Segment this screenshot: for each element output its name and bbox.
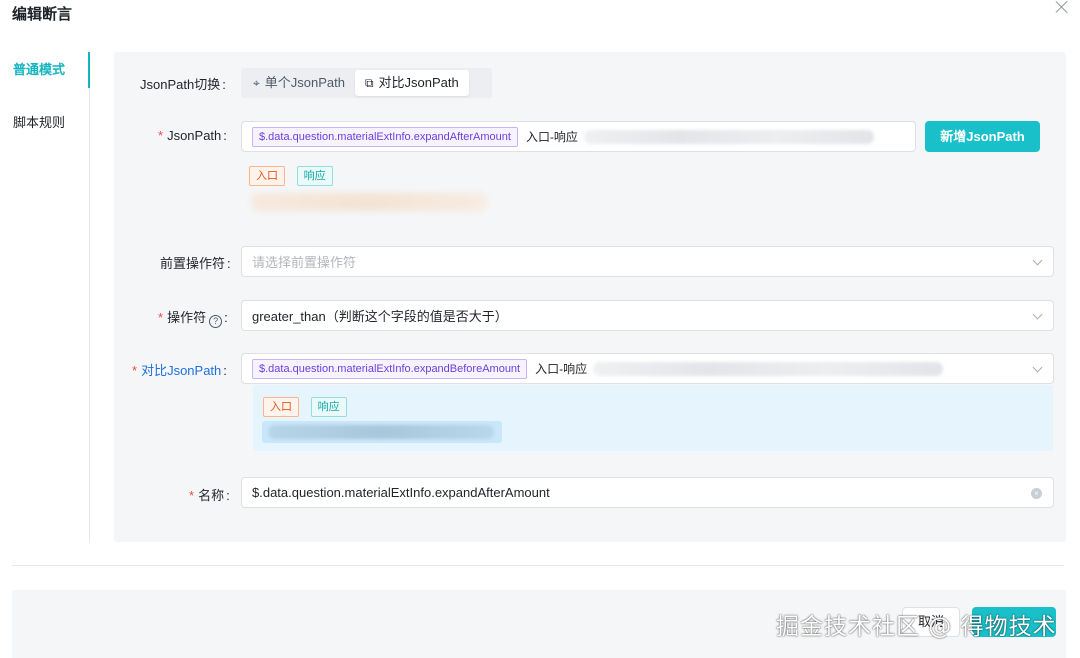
jsonpath-badges: 入口 响应 (249, 166, 341, 186)
name-label: * 名称: (189, 488, 230, 503)
jsonpath-switch: ⌖ 单个JsonPath ⧉ 对比JsonPath (241, 68, 492, 98)
clear-icon[interactable]: × (1031, 488, 1042, 499)
chevron-down-icon (1032, 255, 1043, 266)
badge-entry: 入口 (249, 166, 285, 186)
help-icon[interactable]: ? (209, 315, 223, 328)
badge-response: 响应 (296, 166, 333, 186)
jsonpath-label: * JsonPath: (158, 128, 227, 143)
pre-operator-label: 前置操作符: (160, 256, 231, 271)
compare-jsonpath-label: * 对比JsonPath: (132, 363, 227, 378)
compare-jsonpath-badges: 入口 响应 (263, 397, 355, 417)
divider (12, 565, 1064, 566)
segment-compare-jsonpath[interactable]: ⧉ 对比JsonPath (354, 70, 469, 96)
chevron-down-icon (1032, 362, 1043, 373)
chevron-down-icon (1032, 309, 1043, 320)
segment-single-jsonpath[interactable]: ⌖ 单个JsonPath (243, 70, 355, 96)
compare-jsonpath-tag[interactable]: $.data.question.materialExtInfo.expandBe… (252, 358, 528, 379)
compare-jsonpath-select[interactable]: $.data.question.materialExtInfo.expandBe… (241, 353, 1054, 384)
crosshair-icon: ⌖ (253, 76, 260, 90)
operator-label: * 操作符?: (158, 310, 228, 328)
blurred-content (593, 361, 944, 376)
pre-operator-select[interactable]: 请选择前置操作符 (241, 246, 1054, 277)
dialog-title: 编辑断言 (12, 6, 73, 23)
add-jsonpath-button[interactable]: 新增JsonPath (925, 121, 1040, 152)
sidebar-item-script-rules[interactable]: 脚本规则 (0, 105, 89, 141)
badge-response: 响应 (310, 397, 347, 417)
jsonpath-input[interactable]: $.data.question.materialExtInfo.expandAf… (241, 121, 916, 152)
operator-select[interactable]: greater_than（判断这个字段的值是否大于） (241, 300, 1054, 331)
compare-jsonpath-source: 入口-响应 (535, 362, 588, 376)
close-icon[interactable] (1054, 0, 1070, 15)
jsonpath-switch-label: JsonPath切换: (140, 77, 226, 92)
dropdown-option[interactable] (262, 421, 502, 443)
compare-icon: ⧉ (364, 76, 374, 90)
badge-entry: 入口 (263, 397, 299, 417)
blurred-content (268, 425, 494, 439)
name-input[interactable]: $.data.question.materialExtInfo.expandAf… (241, 477, 1054, 508)
blurred-preview (251, 193, 487, 211)
jsonpath-tag[interactable]: $.data.question.materialExtInfo.expandAf… (252, 126, 518, 147)
mode-sidebar: 普通模式 脚本规则 (0, 52, 90, 542)
sidebar-item-normal-mode[interactable]: 普通模式 (0, 52, 90, 88)
jsonpath-source: 入口-响应 (525, 130, 578, 144)
watermark: 掘金技术社区 @ 得物技术 (776, 614, 1057, 640)
blurred-content (583, 129, 874, 144)
